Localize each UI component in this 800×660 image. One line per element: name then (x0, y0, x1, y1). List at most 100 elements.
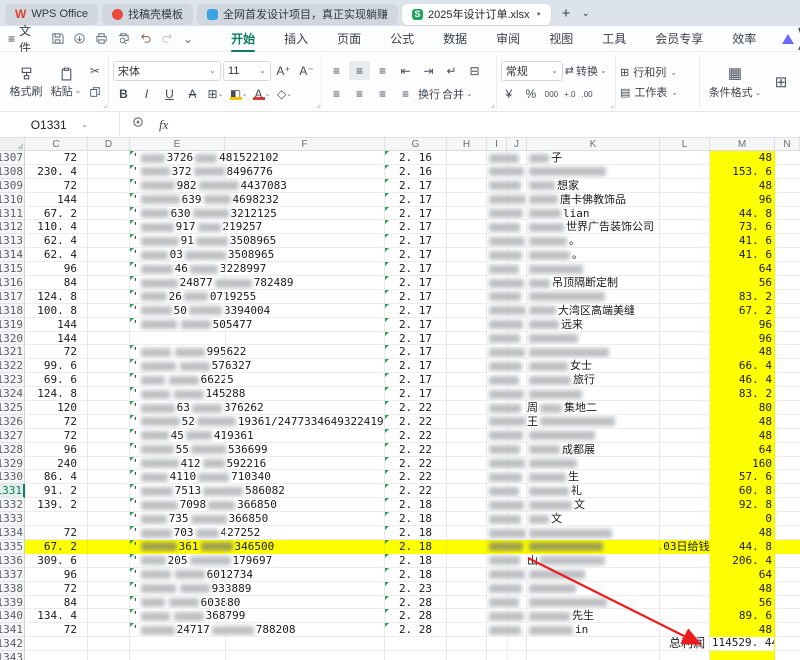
cell-g[interactable]: 2. 22 (385, 484, 447, 499)
cell-g[interactable]: 2. 17 (385, 289, 447, 304)
cell-h[interactable] (447, 470, 487, 485)
cell-k[interactable] (527, 164, 660, 179)
cell-ij[interactable] (487, 178, 527, 193)
dialog-launcher-icon[interactable]: ⌟ (103, 100, 107, 109)
cell-ef[interactable]: ' 24717 788208 (130, 623, 385, 638)
cell-g[interactable]: 2. 17 (385, 234, 447, 249)
cell-k[interactable] (527, 595, 660, 610)
cell-ij[interactable] (487, 345, 527, 360)
tab-insert[interactable]: 插入 (282, 26, 310, 51)
column-header-F[interactable]: F (225, 138, 385, 150)
cell-ij[interactable] (487, 456, 527, 471)
cell-d[interactable] (88, 234, 130, 249)
table-style-button-partial[interactable]: ⊞ (766, 73, 796, 91)
cell-m[interactable]: 48 (710, 428, 775, 443)
cell-ij[interactable] (487, 637, 527, 652)
cell-g[interactable] (385, 651, 447, 660)
cell-d[interactable] (88, 331, 130, 346)
cell-c[interactable]: 67. 2 (25, 539, 88, 554)
export-pdf-icon[interactable] (73, 32, 86, 45)
cell-k[interactable]: 子 (527, 151, 660, 165)
cell-k[interactable] (527, 345, 660, 360)
cell-c[interactable]: 144 (25, 331, 88, 346)
cell-d[interactable] (88, 456, 130, 471)
tab-promo[interactable]: 全网首发设计项目，真正实现躺赚 (196, 3, 398, 25)
cell-ef[interactable]: ' 368799 (130, 609, 385, 624)
cell-ef[interactable]: ' 372 8496776 (130, 164, 385, 179)
cell-k[interactable]: 生 (527, 470, 660, 485)
cell-n[interactable] (775, 359, 800, 374)
cell-d[interactable] (88, 553, 130, 568)
cell-h[interactable] (447, 526, 487, 540)
cell-l[interactable]: 总利润 (660, 637, 710, 652)
cell-n[interactable] (775, 526, 800, 540)
cell-n[interactable] (775, 234, 800, 249)
row-header[interactable]: 1326 (0, 414, 25, 429)
cell-g[interactable]: 2. 17 (385, 345, 447, 360)
cell-ij[interactable] (487, 595, 527, 610)
cell-ij[interactable] (487, 567, 527, 582)
cell-m[interactable]: 80 (710, 401, 775, 415)
cell-g[interactable]: 2. 16 (385, 164, 447, 179)
row-header[interactable]: 1338 (0, 581, 25, 596)
cell-ef[interactable]: ' 603880 (130, 595, 385, 610)
cell-k[interactable]: 周集地二 (527, 401, 660, 415)
rows-cols-button[interactable]: ⊞ 行和列 ⌄ (620, 64, 678, 80)
cell-d[interactable] (88, 303, 130, 318)
merge-cells-button[interactable]: 合并 (442, 86, 464, 102)
align-center-button[interactable]: ≡ (349, 84, 370, 103)
cell-n[interactable] (775, 318, 800, 332)
cell-n[interactable] (775, 609, 800, 624)
new-tab-button[interactable]: + (555, 5, 578, 22)
cell-g[interactable]: 2. 17 (385, 276, 447, 290)
row-header[interactable]: 1313 (0, 234, 25, 249)
cell-g[interactable]: 2. 22 (385, 470, 447, 485)
cell-c[interactable]: 72 (25, 623, 88, 638)
row-header[interactable]: 1332 (0, 498, 25, 513)
cell-n[interactable] (775, 539, 800, 554)
column-header-E[interactable]: E (130, 138, 225, 150)
cell-ef[interactable]: ' 995622 (130, 345, 385, 360)
cell-m[interactable]: 114529. 44 (710, 637, 775, 652)
cell-g[interactable]: 2. 22 (385, 428, 447, 443)
wrap-text-button[interactable]: 换行 (418, 86, 440, 102)
insert-function-button[interactable]: fx (159, 117, 168, 133)
cell-c[interactable]: 139. 2 (25, 498, 88, 513)
column-header-C[interactable]: C (25, 138, 88, 150)
cell-m[interactable]: 44. 8 (710, 539, 775, 554)
cell-c[interactable]: 62. 4 (25, 248, 88, 263)
strikethrough-button[interactable]: A (182, 85, 203, 104)
cell-c[interactable]: 86. 4 (25, 470, 88, 485)
number-format-select[interactable]: 常规 ⌄ (500, 60, 563, 81)
conditional-format-button[interactable]: ▦ 条件格式 ⌄ (704, 64, 766, 100)
cell-l[interactable] (660, 387, 710, 402)
cell-g[interactable]: 2. 17 (385, 178, 447, 193)
cell-l[interactable] (660, 359, 710, 374)
tab-home[interactable]: 开始 (229, 26, 257, 53)
cell-d[interactable] (88, 470, 130, 485)
cell-l[interactable] (660, 595, 710, 610)
add-decimal-button[interactable]: +.0 (564, 90, 575, 99)
row-header[interactable]: 1340 (0, 609, 25, 624)
tab-review[interactable]: 审阅 (494, 26, 522, 51)
cell-ij[interactable] (487, 651, 527, 660)
bold-button[interactable]: B (113, 85, 134, 104)
column-header-I[interactable]: I (487, 138, 507, 150)
row-header[interactable]: 1318 (0, 303, 25, 318)
cell-c[interactable]: 69. 6 (25, 373, 88, 388)
cell-h[interactable] (447, 248, 487, 263)
cell-c[interactable]: 144 (25, 192, 88, 207)
cell-ef[interactable]: ' 91 3508965 (130, 234, 385, 249)
cell-l[interactable] (660, 512, 710, 527)
cell-g[interactable]: 2. 17 (385, 220, 447, 235)
cell-d[interactable] (88, 484, 130, 499)
cell-n[interactable] (775, 582, 800, 596)
cell-h[interactable] (447, 484, 487, 499)
cell-d[interactable] (88, 526, 130, 540)
cell-g[interactable]: 2. 22 (385, 456, 447, 471)
row-header[interactable]: 1333 (0, 512, 25, 527)
cell-c[interactable]: 62. 4 (25, 234, 88, 249)
cell-d[interactable] (88, 151, 130, 165)
cell-h[interactable] (447, 595, 487, 610)
cell-c[interactable] (25, 512, 88, 527)
